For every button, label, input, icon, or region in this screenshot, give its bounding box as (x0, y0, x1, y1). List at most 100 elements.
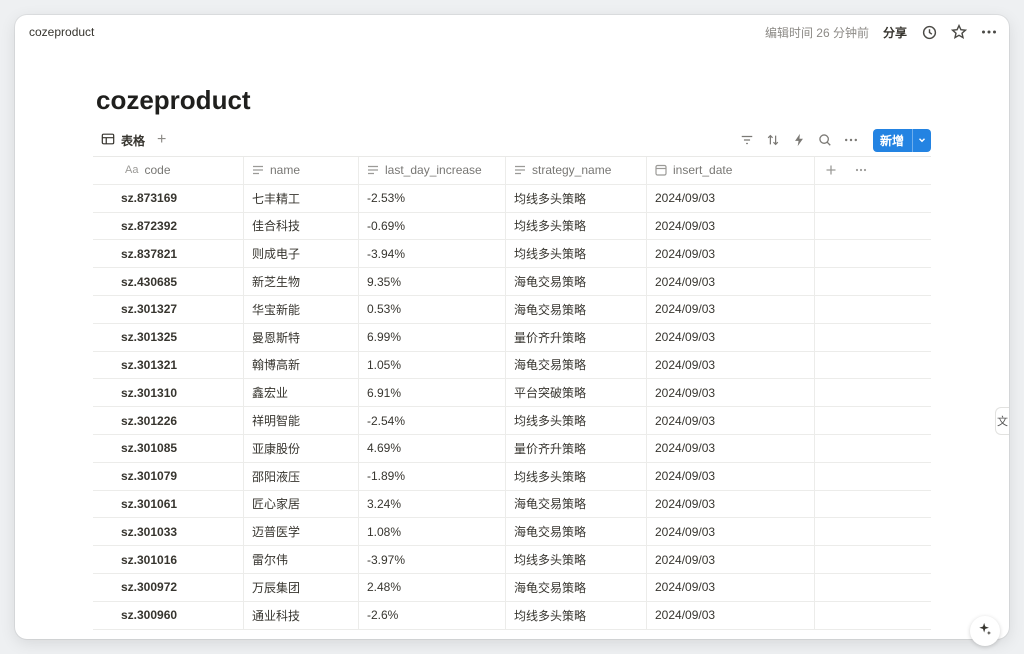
cell-code[interactable]: sz.301016 (93, 546, 244, 573)
cell-empty[interactable] (815, 602, 931, 629)
add-column-icon[interactable] (825, 164, 837, 176)
cell-insert-date[interactable]: 2024/09/03 (647, 379, 815, 407)
cell-name[interactable]: 佳合科技 (244, 212, 359, 240)
chevron-down-icon[interactable] (913, 135, 931, 145)
cell-empty[interactable] (815, 574, 931, 601)
cell-insert-date[interactable]: 2024/09/03 (647, 573, 815, 601)
cell-code[interactable]: sz.301033 (93, 518, 244, 546)
history-icon[interactable] (921, 24, 937, 40)
ai-assist-button[interactable] (970, 616, 1000, 646)
cell-strategy-name[interactable]: 海龟交易策略 (506, 351, 647, 379)
cell-strategy-name[interactable]: 量价齐升策略 (506, 323, 647, 351)
cell-strategy-name[interactable]: 均线多头策略 (506, 462, 647, 490)
table-row[interactable]: sz.301061 匠心家居 3.24% 海龟交易策略 2024/09/03 (93, 490, 931, 519)
cell-name[interactable]: 雷尔伟 (244, 546, 359, 573)
add-view-icon[interactable]: + (157, 132, 166, 148)
cell-strategy-name[interactable]: 海龟交易策略 (506, 518, 647, 546)
table-row[interactable]: sz.301085 亚康股份 4.69% 量价齐升策略 2024/09/03 (93, 434, 931, 463)
cell-name[interactable]: 匠心家居 (244, 490, 359, 518)
cell-name[interactable]: 华宝新能 (244, 295, 359, 323)
table-row[interactable]: sz.873169 七丰精工 -2.53% 均线多头策略 2024/09/03 (93, 184, 931, 213)
more-icon[interactable] (981, 24, 997, 40)
cell-insert-date[interactable]: 2024/09/03 (647, 462, 815, 490)
cell-insert-date[interactable]: 2024/09/03 (647, 268, 815, 295)
cell-empty[interactable] (815, 213, 931, 240)
cell-strategy-name[interactable]: 均线多头策略 (506, 601, 647, 629)
cell-code[interactable]: sz.837821 (93, 240, 244, 268)
table-row[interactable]: sz.300960 通业科技 -2.6% 均线多头策略 2024/09/03 (93, 601, 931, 630)
cell-last-day-increase[interactable]: 1.08% (359, 518, 506, 546)
cell-last-day-increase[interactable]: -2.54% (359, 407, 506, 434)
table-row[interactable]: sz.301079 邵阳液压 -1.89% 均线多头策略 2024/09/03 (93, 462, 931, 491)
cell-empty[interactable] (815, 296, 931, 323)
cell-strategy-name[interactable]: 均线多头策略 (506, 546, 647, 573)
cell-empty[interactable] (815, 240, 931, 267)
cell-code[interactable]: sz.430685 (93, 268, 244, 295)
share-button[interactable]: 分享 (883, 24, 907, 41)
cell-name[interactable]: 新芝生物 (244, 268, 359, 295)
cell-insert-date[interactable]: 2024/09/03 (647, 601, 815, 629)
cell-empty[interactable] (815, 324, 931, 351)
cell-empty[interactable] (815, 546, 931, 573)
cell-code[interactable]: sz.301061 (93, 490, 244, 518)
cell-last-day-increase[interactable]: 2.48% (359, 573, 506, 601)
cell-name[interactable]: 鑫宏业 (244, 379, 359, 407)
table-row[interactable]: sz.301310 鑫宏业 6.91% 平台突破策略 2024/09/03 (93, 379, 931, 408)
cell-name[interactable]: 万辰集团 (244, 573, 359, 601)
cell-name[interactable]: 亚康股份 (244, 434, 359, 462)
cell-empty[interactable] (815, 463, 931, 490)
cell-strategy-name[interactable]: 均线多头策略 (506, 184, 647, 212)
cell-name[interactable]: 曼恩斯特 (244, 323, 359, 351)
cell-empty[interactable] (815, 435, 931, 462)
cell-last-day-increase[interactable]: 6.91% (359, 379, 506, 407)
cell-name[interactable]: 七丰精工 (244, 184, 359, 212)
cell-name[interactable]: 邵阳液压 (244, 462, 359, 490)
cell-code[interactable]: sz.301085 (93, 434, 244, 462)
cell-strategy-name[interactable]: 均线多头策略 (506, 240, 647, 268)
cell-empty[interactable] (815, 491, 931, 518)
cell-last-day-increase[interactable]: 3.24% (359, 490, 506, 518)
cell-empty[interactable] (815, 352, 931, 379)
more-options-icon[interactable] (843, 132, 859, 148)
cell-insert-date[interactable]: 2024/09/03 (647, 212, 815, 240)
cell-strategy-name[interactable]: 量价齐升策略 (506, 434, 647, 462)
cell-insert-date[interactable]: 2024/09/03 (647, 490, 815, 518)
cell-strategy-name[interactable]: 海龟交易策略 (506, 268, 647, 295)
table-row[interactable]: sz.300972 万辰集团 2.48% 海龟交易策略 2024/09/03 (93, 573, 931, 602)
breadcrumb[interactable]: cozeproduct (29, 25, 94, 39)
cell-code[interactable]: sz.300960 (93, 601, 244, 629)
cell-insert-date[interactable]: 2024/09/03 (647, 518, 815, 546)
cell-strategy-name[interactable]: 均线多头策略 (506, 212, 647, 240)
cell-name[interactable]: 则成电子 (244, 240, 359, 268)
table-row[interactable]: sz.872392 佳合科技 -0.69% 均线多头策略 2024/09/03 (93, 212, 931, 241)
cell-last-day-increase[interactable]: 9.35% (359, 268, 506, 295)
cell-name[interactable]: 翰博高新 (244, 351, 359, 379)
tab-table-view[interactable]: 表格 (101, 132, 145, 149)
cell-empty[interactable] (815, 407, 931, 434)
cell-code[interactable]: sz.872392 (93, 212, 244, 240)
cell-last-day-increase[interactable]: -2.6% (359, 601, 506, 629)
search-icon[interactable] (817, 132, 833, 148)
cell-insert-date[interactable]: 2024/09/03 (647, 407, 815, 434)
table-row[interactable]: sz.430685 新芝生物 9.35% 海龟交易策略 2024/09/03 (93, 268, 931, 296)
column-header-insert-date[interactable]: insert_date (647, 157, 815, 184)
cell-empty[interactable] (815, 185, 931, 212)
table-row[interactable]: sz.301033 迈普医学 1.08% 海龟交易策略 2024/09/03 (93, 518, 931, 547)
table-row[interactable]: sz.301321 翰博高新 1.05% 海龟交易策略 2024/09/03 (93, 351, 931, 380)
table-row[interactable]: sz.301226 祥明智能 -2.54% 均线多头策略 2024/09/03 (93, 407, 931, 435)
column-header-last-day-increase[interactable]: last_day_increase (359, 157, 506, 184)
cell-insert-date[interactable]: 2024/09/03 (647, 323, 815, 351)
cell-last-day-increase[interactable]: 4.69% (359, 434, 506, 462)
cell-strategy-name[interactable]: 海龟交易策略 (506, 490, 647, 518)
cell-insert-date[interactable]: 2024/09/03 (647, 351, 815, 379)
column-header-code[interactable]: Aa code (93, 157, 244, 184)
cell-insert-date[interactable]: 2024/09/03 (647, 434, 815, 462)
table-row[interactable]: sz.837821 则成电子 -3.94% 均线多头策略 2024/09/03 (93, 240, 931, 269)
cell-strategy-name[interactable]: 海龟交易策略 (506, 295, 647, 323)
cell-insert-date[interactable]: 2024/09/03 (647, 295, 815, 323)
star-icon[interactable] (951, 24, 967, 40)
cell-last-day-increase[interactable]: 1.05% (359, 351, 506, 379)
cell-name[interactable]: 通业科技 (244, 601, 359, 629)
cell-insert-date[interactable]: 2024/09/03 (647, 546, 815, 573)
column-more-icon[interactable] (855, 164, 867, 176)
